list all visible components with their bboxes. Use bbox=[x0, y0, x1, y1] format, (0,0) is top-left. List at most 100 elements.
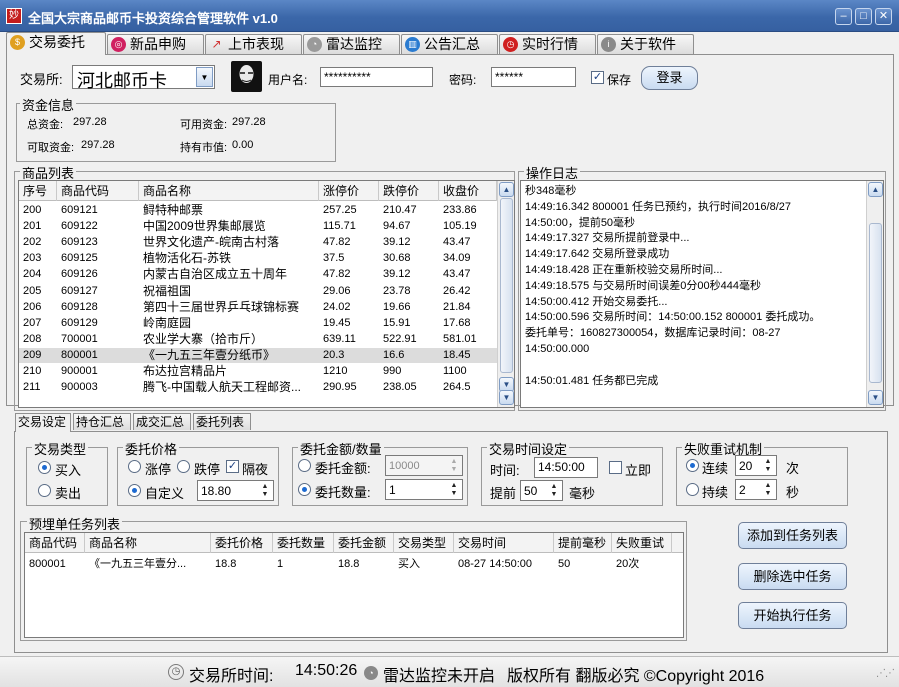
scroll-up-icon[interactable]: ▲ bbox=[868, 182, 883, 197]
withdrawable-funds-label: 可取资金: bbox=[27, 142, 75, 154]
chevron-down-icon[interactable]: ▼ bbox=[196, 67, 213, 87]
scroll-thumb[interactable] bbox=[500, 198, 513, 373]
advance-label: 提前 bbox=[490, 486, 517, 501]
tab-about[interactable]: i 关于软件 bbox=[597, 34, 694, 54]
buy-radio[interactable] bbox=[38, 461, 51, 474]
add-task-button[interactable]: 添加到任务列表 bbox=[738, 522, 847, 549]
spin-down-icon[interactable]: ▼ bbox=[547, 490, 561, 499]
table-cell: 18.8 bbox=[215, 558, 237, 570]
tab-fills[interactable]: 成交汇总 bbox=[133, 413, 191, 430]
amount-radio[interactable] bbox=[298, 459, 311, 472]
continuous-radio[interactable] bbox=[686, 459, 699, 472]
sustained-stepper[interactable]: 2 ▲ ▼ bbox=[735, 479, 777, 500]
scroll-up-icon[interactable]: ▲ bbox=[499, 182, 514, 197]
table-row[interactable]: 204 609126 内蒙古自治区成立五十周年 47.82 39.12 43.47 bbox=[19, 267, 497, 282]
column-header[interactable]: 涨停价 bbox=[319, 181, 379, 201]
tab-trade-order[interactable]: $ 交易委托 bbox=[6, 32, 106, 55]
column-header[interactable]: 委托数量 bbox=[273, 533, 334, 553]
column-header[interactable]: 收盘价 bbox=[439, 181, 497, 201]
continuous-stepper[interactable]: 20 ▲ ▼ bbox=[735, 455, 777, 476]
product-table[interactable]: 序号 商品代码 商品名称 涨停价 跌停价 收盘价 200 609121 鲟特种邮票 2… bbox=[18, 180, 515, 408]
column-header[interactable]: 失败重试 bbox=[612, 533, 672, 553]
spin-down-icon[interactable]: ▼ bbox=[447, 465, 461, 474]
tab-realtime-quotes[interactable]: ◷ 实时行情 bbox=[499, 34, 596, 54]
table-cell: 18.45 bbox=[443, 348, 471, 361]
save-checkbox[interactable]: ✓ bbox=[591, 71, 604, 84]
table-cell: 206 bbox=[23, 300, 42, 313]
column-header[interactable]: 跌停价 bbox=[379, 181, 439, 201]
custom-price-radio[interactable] bbox=[128, 484, 141, 497]
column-header[interactable]: 商品名称 bbox=[139, 181, 319, 201]
limit-down-radio[interactable] bbox=[177, 460, 190, 473]
scroll-down-icon[interactable]: ▼ bbox=[868, 390, 883, 405]
table-row[interactable]: 207 609129 岭南庭园 19.45 15.91 17.68 bbox=[19, 316, 497, 331]
table-cell: 21.84 bbox=[443, 300, 471, 313]
password-input[interactable]: ****** bbox=[491, 67, 576, 87]
table-cell: 1100 bbox=[443, 365, 467, 377]
quantity-stepper[interactable]: 1 ▲ ▼ bbox=[385, 479, 463, 500]
product-scrollbar[interactable]: ▲ ▼ ▼ bbox=[497, 181, 514, 407]
start-task-button[interactable]: 开始执行任务 bbox=[738, 602, 847, 629]
table-row[interactable]: 202 609123 世界文化遗产-皖南古村落 47.82 39.12 43.47 bbox=[19, 235, 497, 250]
task-table[interactable]: 商品代码 商品名称 委托价格 委托数量 委托金额 交易类型 交易时间 提前毫秒 … bbox=[24, 532, 684, 638]
column-header[interactable]: 提前毫秒 bbox=[554, 533, 612, 553]
table-row[interactable]: 209 800001 《一九五三年壹分纸币》 20.3 16.6 18.45 bbox=[19, 347, 497, 363]
close-button[interactable]: ✕ bbox=[875, 8, 892, 25]
log-line: 14:49:18.575 与交易所时间误差0分00秒444毫秒 bbox=[525, 279, 761, 292]
maximize-button[interactable]: □ bbox=[855, 8, 872, 25]
limit-up-radio[interactable] bbox=[128, 460, 141, 473]
column-header[interactable]: 交易类型 bbox=[394, 533, 454, 553]
quantity-radio[interactable] bbox=[298, 483, 311, 496]
spin-down-icon[interactable]: ▼ bbox=[447, 489, 461, 498]
table-row[interactable]: 205 609127 祝福祖国 29.06 23.78 26.42 bbox=[19, 284, 497, 299]
total-funds-value: 297.28 bbox=[73, 116, 107, 128]
column-header[interactable]: 商品代码 bbox=[57, 181, 139, 201]
table-row[interactable]: 206 609128 第四十三届世界乒乓球锦标赛 24.02 19.66 21.84 bbox=[19, 300, 497, 315]
tab-new-product[interactable]: ◎ 新品申购 bbox=[107, 34, 204, 54]
product-table-header: 序号 商品代码 商品名称 涨停价 跌停价 收盘价 bbox=[19, 181, 497, 201]
advance-stepper[interactable]: 50 ▲ ▼ bbox=[520, 480, 563, 501]
spin-down-icon[interactable]: ▼ bbox=[761, 489, 775, 498]
tab-listing-performance[interactable]: ↗ 上市表现 bbox=[205, 34, 302, 54]
overnight-checkbox[interactable]: ✓ bbox=[226, 460, 239, 473]
login-button[interactable]: 登录 bbox=[641, 66, 698, 90]
spin-down-icon[interactable]: ▼ bbox=[258, 490, 272, 499]
column-header[interactable]: 委托金额 bbox=[334, 533, 394, 553]
table-row[interactable]: 203 609125 植物活化石-苏铁 37.5 30.68 34.09 bbox=[19, 251, 497, 266]
scroll-down-icon[interactable]: ▼ bbox=[499, 390, 514, 405]
username-input[interactable]: ********** bbox=[320, 67, 433, 87]
table-row[interactable]: 201 609122 中国2009世界集邮展览 115.71 94.67 105.19 bbox=[19, 219, 497, 234]
tab-trade-settings[interactable]: 交易设定 bbox=[15, 413, 71, 432]
column-header[interactable]: 商品名称 bbox=[85, 533, 211, 553]
minimize-button[interactable]: – bbox=[835, 8, 852, 25]
table-row[interactable]: 210 900001 布达拉宫精品片 1210 990 1100 bbox=[19, 364, 497, 379]
exchange-select[interactable]: 河北邮币卡 ▼ bbox=[72, 65, 215, 91]
immediate-checkbox[interactable] bbox=[609, 461, 622, 474]
table-cell: 609121 bbox=[61, 204, 98, 216]
tab-positions[interactable]: 持仓汇总 bbox=[73, 413, 131, 430]
table-row[interactable]: 200 609121 鲟特种邮票 257.25 210.47 233.86 bbox=[19, 203, 497, 218]
resize-grip-icon[interactable]: ⋰⋰ bbox=[876, 668, 895, 679]
tab-order-list[interactable]: 委托列表 bbox=[193, 413, 251, 430]
time-input[interactable]: 14:50:00 bbox=[534, 457, 598, 478]
tab-announcements[interactable]: ▥ 公告汇总 bbox=[401, 34, 498, 54]
table-cell: 211 bbox=[23, 381, 41, 394]
quantity-label: 委托数量: bbox=[315, 485, 371, 500]
log-textbox[interactable]: 秒348毫秒 14:49:16.342 800001 任务已预约，执行时间2016… bbox=[520, 180, 884, 408]
table-row[interactable]: 208 700001 农业学大寨（拾市斤） 639.11 522.91 581.01 bbox=[19, 332, 497, 347]
column-header[interactable]: 交易时间 bbox=[454, 533, 554, 553]
table-row[interactable]: 211 900003 腾飞-中国载人航天工程邮资... 290.95 238.05 264… bbox=[19, 380, 497, 395]
column-header[interactable]: 序号 bbox=[19, 181, 57, 201]
sustained-radio[interactable] bbox=[686, 483, 699, 496]
amount-stepper[interactable]: 10000 ▲ ▼ bbox=[385, 455, 463, 476]
table-row[interactable]: 800001 《一九五三年壹分... 18.8 1 18.8 买入 08-27 14:50:… bbox=[25, 557, 683, 572]
column-header[interactable]: 商品代码 bbox=[25, 533, 85, 553]
column-header[interactable]: 委托价格 bbox=[211, 533, 273, 553]
spin-down-icon[interactable]: ▼ bbox=[761, 465, 775, 474]
scroll-thumb[interactable] bbox=[869, 223, 882, 383]
custom-price-stepper[interactable]: 18.80 ▲ ▼ bbox=[197, 480, 274, 501]
tab-radar-monitor[interactable]: ◔ 雷达监控 bbox=[303, 34, 400, 54]
sell-radio[interactable] bbox=[38, 484, 51, 497]
log-scrollbar[interactable]: ▲ ▼ bbox=[866, 181, 883, 407]
delete-task-button[interactable]: 删除选中任务 bbox=[738, 563, 847, 590]
